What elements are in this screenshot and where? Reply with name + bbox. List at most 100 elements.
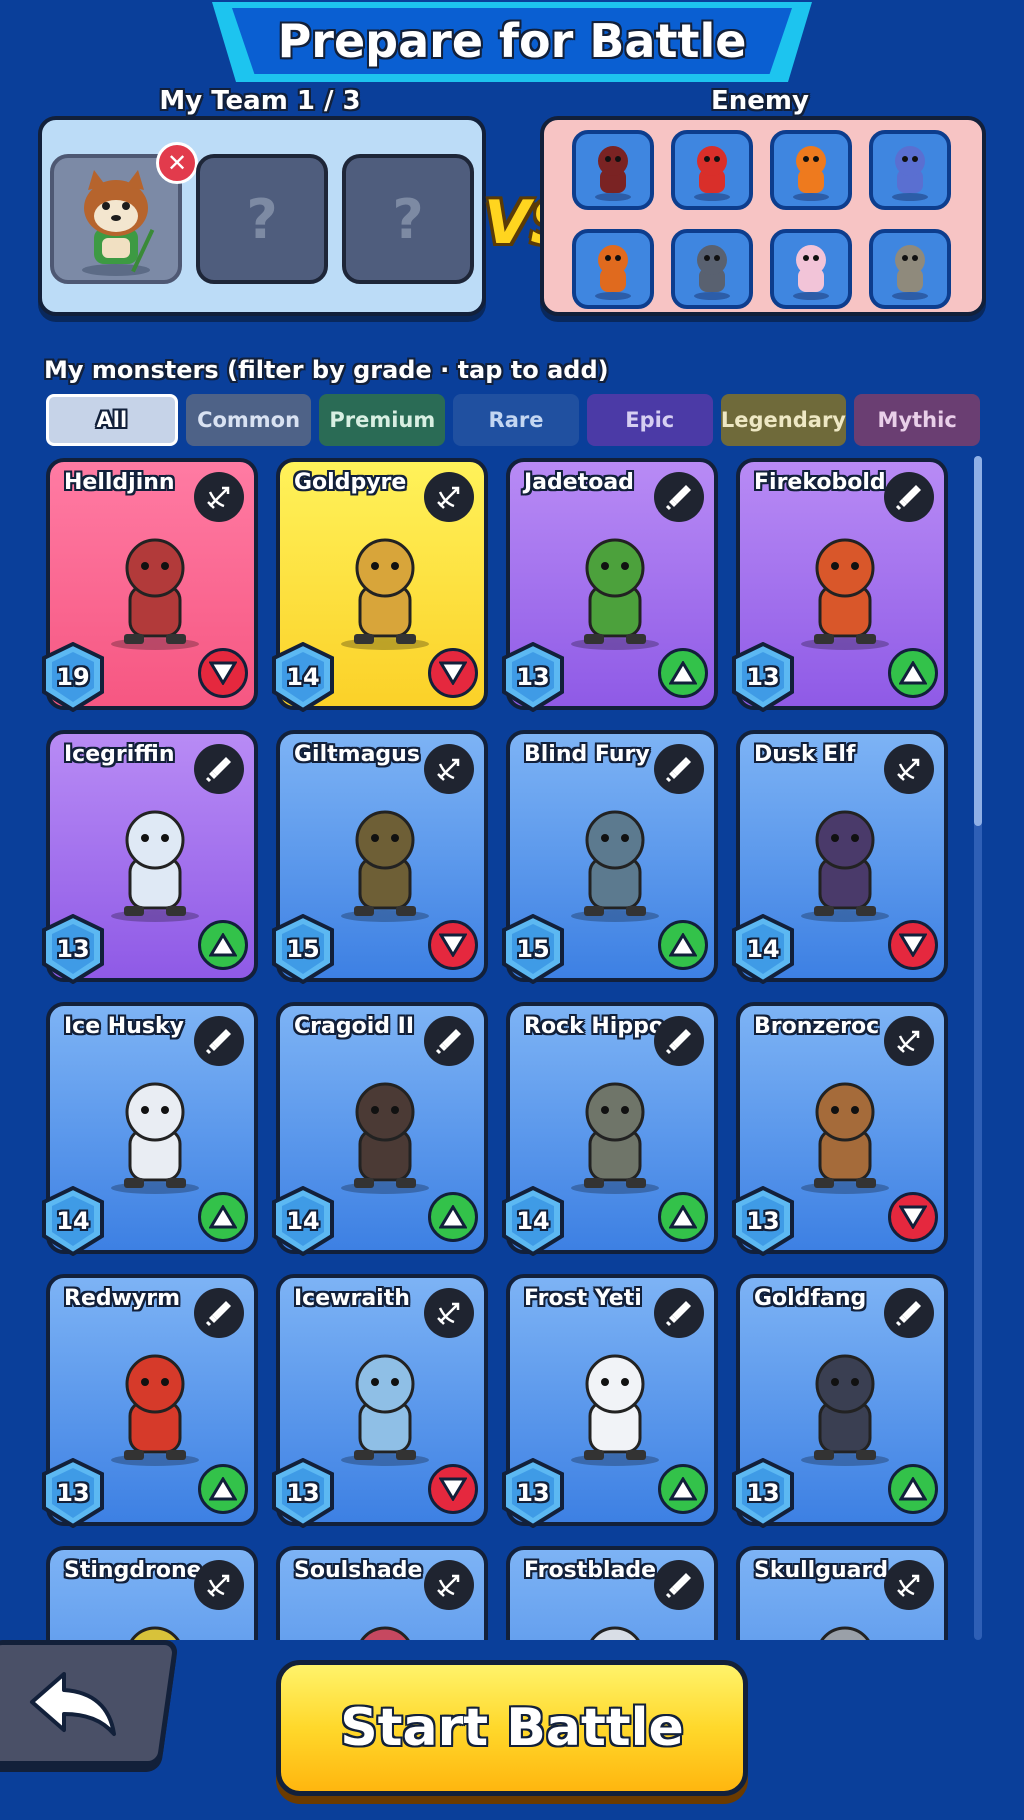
- arrow-up-icon: [198, 1192, 248, 1242]
- back-arrow-icon: [30, 1672, 116, 1736]
- arrow-up-icon: [198, 1464, 248, 1514]
- enemy-label: Enemy: [711, 86, 809, 116]
- monster-card[interactable]: Firekobold 13: [732, 458, 948, 713]
- monster-card[interactable]: Frost Yeti 13: [502, 1274, 718, 1529]
- monster-name: Dusk Elf: [754, 742, 856, 767]
- level-shield-icon: 14: [732, 913, 794, 985]
- monster-card[interactable]: Frostblade: [506, 1546, 718, 1640]
- monster-card[interactable]: Goldfang 13: [732, 1274, 948, 1529]
- monster-portrait: [90, 1066, 220, 1196]
- monster-name: Skullguard: [754, 1558, 889, 1583]
- monster-name: Goldpyre: [294, 470, 407, 495]
- monster-card[interactable]: Skullguard: [736, 1546, 948, 1640]
- monster-portrait: [320, 1338, 450, 1468]
- monster-card[interactable]: Helldjinn 19: [42, 458, 258, 713]
- sword-icon: [654, 744, 704, 794]
- monster-name: Icegriffin: [64, 742, 175, 767]
- monster-level: 15: [286, 935, 320, 963]
- start-battle-label: Start Battle: [340, 1698, 684, 1758]
- monster-card[interactable]: Goldpyre 14: [272, 458, 488, 713]
- monster-portrait: [90, 1610, 220, 1640]
- filter-tab-epic[interactable]: Epic: [586, 394, 713, 446]
- filter-tab-mythic[interactable]: Mythic: [854, 394, 981, 446]
- bow-icon: [884, 1560, 934, 1610]
- sword-icon: [654, 1016, 704, 1066]
- monster-card[interactable]: Icewraith 13: [272, 1274, 488, 1529]
- enemy-slot[interactable]: [671, 229, 753, 309]
- monster-name: Frostblade: [524, 1558, 656, 1583]
- monster-name: Ice Husky: [64, 1014, 184, 1039]
- monster-portrait: [550, 1338, 680, 1468]
- grade-filter-bar: All Common Premium Rare Epic Legendary Mythic: [46, 394, 981, 446]
- team-slot-3[interactable]: ?: [342, 154, 474, 284]
- monster-card[interactable]: Blind Fury 15: [502, 730, 718, 985]
- enemy-slot[interactable]: [869, 130, 951, 210]
- arrow-down-icon: [888, 1192, 938, 1242]
- level-shield-icon: 15: [272, 913, 334, 985]
- enemy-slot[interactable]: [572, 130, 654, 210]
- monster-portrait: [320, 1066, 450, 1196]
- arrow-up-icon: [658, 1464, 708, 1514]
- arrow-up-icon: [888, 648, 938, 698]
- monster-level: 13: [746, 1207, 780, 1235]
- filter-tab-rare[interactable]: Rare: [453, 394, 579, 446]
- monster-card[interactable]: Giltmagus 15: [272, 730, 488, 985]
- start-battle-button[interactable]: Start Battle: [276, 1660, 748, 1796]
- level-shield-icon: 13: [272, 1457, 334, 1529]
- filter-tab-all[interactable]: All: [46, 394, 178, 446]
- sword-icon: [884, 472, 934, 522]
- page-title: Prepare for Battle: [232, 8, 792, 74]
- level-shield-icon: 13: [502, 1457, 564, 1529]
- monster-card[interactable]: Cragoid II 14: [272, 1002, 488, 1257]
- question-mark-icon: ?: [392, 187, 424, 251]
- monster-card[interactable]: Bronzeroc 13: [732, 1002, 948, 1257]
- arrow-down-icon: [428, 1464, 478, 1514]
- bow-icon: [194, 1560, 244, 1610]
- bow-icon: [424, 472, 474, 522]
- enemy-slot[interactable]: [572, 229, 654, 309]
- monsters-label: My monsters (filter by grade · tap to ad…: [44, 356, 609, 384]
- monster-level: 13: [746, 663, 780, 691]
- red-panda-monk-icon: [82, 170, 155, 276]
- level-shield-icon: 14: [272, 1185, 334, 1257]
- monster-name: Soulshade: [294, 1558, 423, 1583]
- monster-card[interactable]: Jadetoad 13: [502, 458, 718, 713]
- enemy-slot[interactable]: [869, 229, 951, 309]
- monster-grid: Helldjinn 19 Goldpyre 14 Jadetoad 13 Fireko…: [42, 454, 972, 1640]
- monster-card[interactable]: Dusk Elf 14: [732, 730, 948, 985]
- level-shield-icon: 14: [42, 1185, 104, 1257]
- monster-card[interactable]: Rock Hippo 14: [502, 1002, 718, 1257]
- sword-icon: [424, 1016, 474, 1066]
- monster-card[interactable]: Redwyrm 13: [42, 1274, 258, 1529]
- red-dragon-icon: [694, 146, 730, 201]
- monster-name: Stingdrone: [64, 1558, 202, 1583]
- monster-card[interactable]: Icegriffin 13: [42, 730, 258, 985]
- scrollbar-thumb[interactable]: [974, 456, 982, 826]
- monster-card[interactable]: Stingdrone: [46, 1546, 258, 1640]
- enemy-slot[interactable]: [770, 130, 852, 210]
- arrow-up-icon: [658, 920, 708, 970]
- enemy-slot[interactable]: [671, 130, 753, 210]
- enemy-slot[interactable]: [770, 229, 852, 309]
- sword-icon: [194, 1288, 244, 1338]
- level-shield-icon: 13: [732, 1457, 794, 1529]
- monster-portrait: [780, 1338, 910, 1468]
- monster-portrait: [320, 522, 450, 652]
- filter-tab-common[interactable]: Common: [185, 394, 312, 446]
- monster-level: 13: [56, 1479, 90, 1507]
- monster-card[interactable]: Soulshade: [276, 1546, 488, 1640]
- monster-name: Icewraith: [294, 1286, 410, 1311]
- team-slot-2[interactable]: ?: [196, 154, 328, 284]
- monster-level: 19: [56, 663, 90, 691]
- bow-icon: [424, 1288, 474, 1338]
- arrow-down-icon: [198, 648, 248, 698]
- filter-tab-premium[interactable]: Premium: [319, 394, 446, 446]
- level-shield-icon: 15: [502, 913, 564, 985]
- monster-portrait: [780, 794, 910, 924]
- monster-portrait: [780, 1610, 910, 1640]
- close-icon[interactable]: ✕: [156, 142, 198, 184]
- monster-grid-scrollbar[interactable]: [974, 456, 982, 1640]
- sword-icon: [654, 1288, 704, 1338]
- filter-tab-legendary[interactable]: Legendary: [720, 394, 847, 446]
- monster-card[interactable]: Ice Husky 14: [42, 1002, 258, 1257]
